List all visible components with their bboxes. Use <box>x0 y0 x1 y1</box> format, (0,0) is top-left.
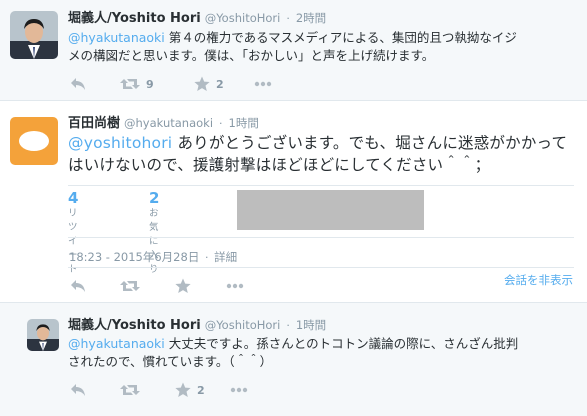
separator-dot: · <box>204 251 209 264</box>
tweet-meta: 18:23 - 2015年6月28日 · 詳細 <box>69 249 237 265</box>
favorite-count: 2 <box>216 77 224 91</box>
tweet-text-line2: されたので、慣れています。（＾＾） <box>68 354 273 369</box>
tweet-text: @hyakutanaoki 大丈夫ですよ。孫さんとのトコトン議論の際に、さんざん… <box>68 335 578 371</box>
timestamp-link[interactable]: 2時間 <box>296 11 326 25</box>
timestamp-link[interactable]: 1時間 <box>296 318 326 332</box>
favorite-icon <box>175 382 191 397</box>
favoriter-avatars-placeholder <box>237 190 424 230</box>
avatar-yoshito-hori[interactable] <box>10 11 58 59</box>
retweets-number: 4 <box>68 189 79 207</box>
tweet-text-line2: メの構図だと思います。僕は、「おかしい」と声を上げ続けます。 <box>68 48 435 63</box>
more-icon <box>230 387 248 393</box>
tweet-header: 堀義人/Yoshito Hori @YoshitoHori · 2時間 <box>68 10 326 27</box>
more-button[interactable] <box>254 76 272 92</box>
more-icon <box>254 81 272 87</box>
avatar-hyakuta-naoki[interactable] <box>10 117 58 165</box>
full-timestamp: 18:23 - 2015年6月28日 <box>69 250 200 264</box>
fullname[interactable]: 百田尚樹 <box>68 116 120 131</box>
tweet-text: @yoshitohori ありがとうございます。でも、堀さんに迷惑がかかって は… <box>68 132 583 176</box>
username[interactable]: @hyakutanaoki <box>124 116 213 130</box>
details-link[interactable]: 詳細 <box>214 250 237 264</box>
separator-dot: · <box>219 117 223 130</box>
favorite-icon <box>175 278 191 293</box>
reply-icon <box>71 280 85 292</box>
retweet-icon <box>120 281 140 291</box>
reply-icon <box>71 78 85 90</box>
divider <box>68 185 574 186</box>
reply-button[interactable] <box>70 278 86 294</box>
favorite-count: 2 <box>197 383 205 397</box>
favorites-number: 2 <box>149 189 160 207</box>
reply-button[interactable] <box>70 382 86 398</box>
username[interactable]: @YoshitoHori <box>205 318 281 332</box>
tweet-text: @hyakutanaoki 第４の権力であるマスメディアによる、集団的且つ執拗な… <box>68 29 578 65</box>
tweet-text-line2: はいけないので、援護射撃はほどほどにしてください＾＾； <box>68 156 491 174</box>
separator-dot: · <box>286 319 290 332</box>
separator-dot: · <box>286 12 290 25</box>
retweet-button[interactable] <box>120 382 140 398</box>
favorite-button[interactable]: 2 <box>175 382 205 398</box>
tweet-text-line1: 第４の権力であるマスメディアによる、集団的且つ執拗なイジ <box>164 30 517 45</box>
tweet-header: 堀義人/Yoshito Hori @YoshitoHori · 1時間 <box>68 317 326 334</box>
username[interactable]: @YoshitoHori <box>205 11 281 25</box>
more-button[interactable] <box>226 278 244 294</box>
favorite-button[interactable] <box>175 278 191 294</box>
mention-link[interactable]: @hyakutanaoki <box>68 336 165 351</box>
tweet-hyakuta-naoki[interactable]: 百田尚樹 @hyakutanaoki · 1時間 @yoshitohori あり… <box>0 101 587 303</box>
hide-conversation-link[interactable]: 会話を非表示 <box>504 272 573 288</box>
reply-button[interactable] <box>70 76 86 92</box>
retweet-icon <box>120 385 140 395</box>
tweet-text-line1: ありがとうございます。でも、堀さんに迷惑がかかって <box>172 134 568 152</box>
fullname[interactable]: 堀義人/Yoshito Hori <box>68 11 201 26</box>
avatar-yoshito-hori[interactable] <box>27 319 59 351</box>
timestamp-link[interactable]: 1時間 <box>229 116 259 130</box>
fullname[interactable]: 堀義人/Yoshito Hori <box>68 318 201 333</box>
favorite-icon <box>194 76 210 91</box>
tweet-yoshito-hori-1[interactable]: 堀義人/Yoshito Hori @YoshitoHori · 2時間 @hya… <box>0 0 587 101</box>
mention-link[interactable]: @hyakutanaoki <box>68 30 165 45</box>
reply-icon <box>71 384 85 396</box>
mention-link[interactable]: @yoshitohori <box>68 134 172 152</box>
tweet-header: 百田尚樹 @hyakutanaoki · 1時間 <box>68 115 259 132</box>
retweet-icon <box>120 79 140 89</box>
tweet-text-line1: 大丈夫ですよ。孫さんとのトコトン議論の際に、さんざん批判 <box>164 336 519 351</box>
divider <box>68 237 574 238</box>
favorite-button[interactable]: 2 <box>194 76 224 92</box>
divider <box>68 267 574 268</box>
retweet-button[interactable]: 9 <box>120 76 154 92</box>
more-icon <box>226 283 244 289</box>
more-button[interactable] <box>230 382 248 398</box>
retweet-count: 9 <box>146 77 154 91</box>
tweet-yoshito-hori-reply[interactable]: 堀義人/Yoshito Hori @YoshitoHori · 1時間 @hya… <box>0 303 587 416</box>
retweet-button[interactable] <box>120 278 140 294</box>
